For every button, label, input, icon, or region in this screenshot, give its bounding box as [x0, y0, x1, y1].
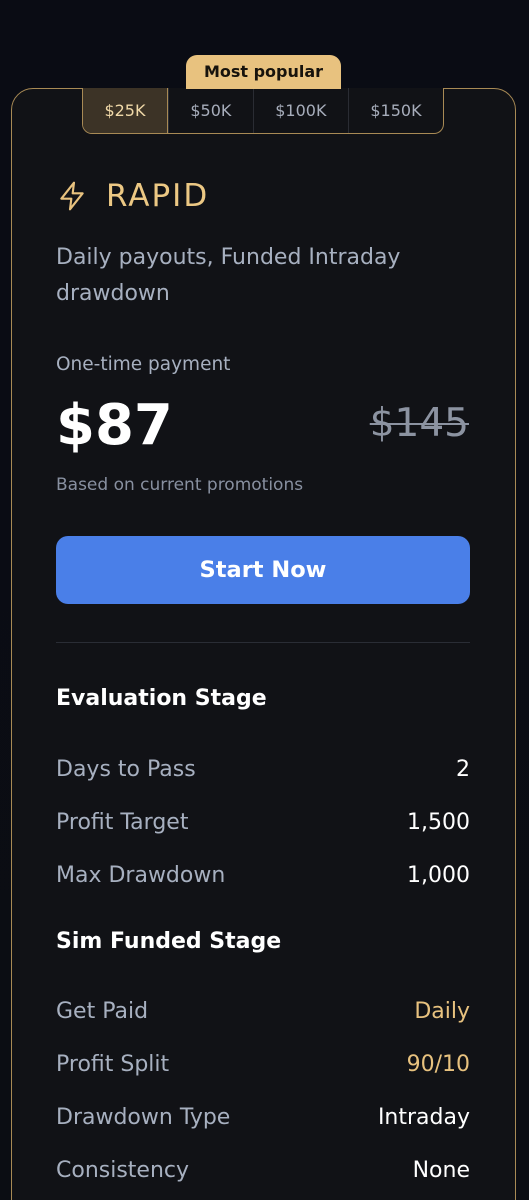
detail-key: Drawdown Type: [56, 1104, 231, 1130]
detail-row-get-paid: Get Paid Daily: [56, 995, 470, 1027]
detail-value: None: [412, 1157, 470, 1183]
promo-note: Based on current promotions: [56, 475, 304, 495]
plan-name: RAPID: [106, 178, 210, 214]
detail-value: 2: [456, 756, 470, 782]
detail-value: Intraday: [377, 1104, 470, 1130]
detail-key: Max Drawdown: [56, 862, 226, 888]
divider: [56, 642, 470, 643]
original-price: $145: [369, 401, 469, 446]
plan-title-row: RAPID: [56, 178, 209, 214]
account-size-tabs: $25K $50K $100K $150K: [82, 88, 444, 134]
detail-key: Get Paid: [56, 998, 149, 1024]
detail-value: 1,500: [407, 809, 470, 835]
detail-row-max-drawdown: Max Drawdown 1,000: [56, 859, 470, 891]
tab-100k[interactable]: $100K: [252, 88, 348, 133]
pricing-screen: Most popular $25K $50K $100K $150K RAPID…: [0, 0, 529, 1200]
detail-row-profit-split: Profit Split 90/10: [56, 1048, 470, 1080]
lightning-bolt-icon: [60, 181, 84, 211]
tab-150k[interactable]: $150K: [347, 88, 443, 133]
detail-value: Daily: [414, 998, 470, 1024]
detail-key: Profit Split: [56, 1051, 170, 1077]
tab-50k[interactable]: $50K: [167, 88, 253, 133]
detail-row-profit-target: Profit Target 1,500: [56, 806, 470, 838]
most-popular-badge: Most popular: [186, 55, 341, 89]
sim-funded-stage-heading: Sim Funded Stage: [56, 929, 282, 954]
detail-row-days-to-pass: Days to Pass 2: [56, 753, 470, 785]
detail-key: Profit Target: [56, 809, 189, 835]
payment-label: One-time payment: [56, 354, 231, 375]
detail-key: Days to Pass: [56, 756, 196, 782]
detail-key: Consistency: [56, 1157, 190, 1183]
tab-25k[interactable]: $25K: [83, 88, 168, 133]
evaluation-stage-heading: Evaluation Stage: [56, 686, 267, 711]
detail-row-consistency: Consistency None: [56, 1154, 470, 1186]
start-now-button[interactable]: Start Now: [56, 536, 470, 604]
detail-row-drawdown-type: Drawdown Type Intraday: [56, 1101, 470, 1133]
current-price: $87: [56, 393, 173, 458]
plan-description: Daily payouts, Funded Intraday drawdown: [56, 245, 401, 306]
detail-value: 90/10: [406, 1051, 470, 1077]
detail-value: 1,000: [407, 862, 470, 888]
